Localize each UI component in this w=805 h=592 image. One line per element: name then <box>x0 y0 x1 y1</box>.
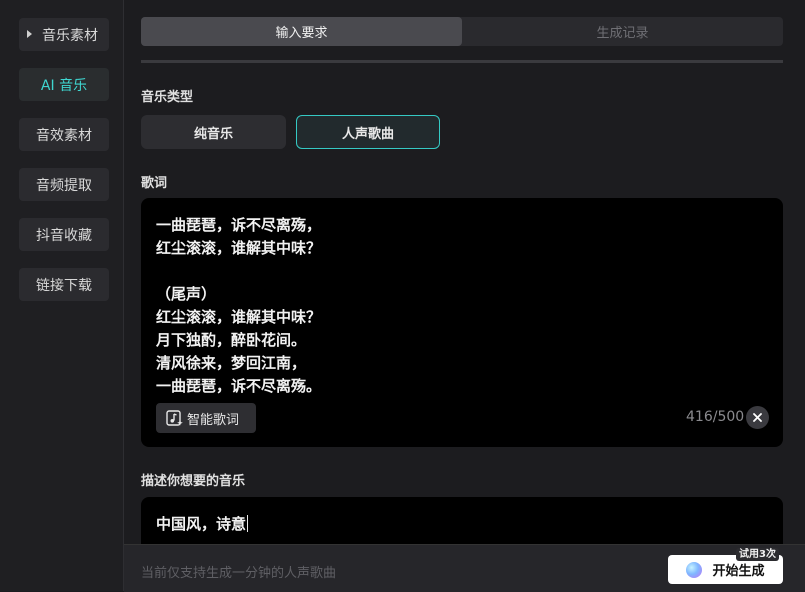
sidebar-item-label: 音效素材 <box>36 127 92 144</box>
sidebar-item-label: AI 音乐 <box>40 77 88 94</box>
music-note-sparkle-icon <box>166 409 183 426</box>
sidebar-item-label: 链接下载 <box>36 277 92 294</box>
start-generate-label: 开始生成 <box>712 564 765 579</box>
tab-bar: 输入要求 生成记录 <box>141 17 783 46</box>
tab-generation-history[interactable]: 生成记录 <box>462 17 783 46</box>
sidebar-item-link-download[interactable]: 链接下载 <box>19 268 109 301</box>
smart-lyrics-button[interactable]: 智能歌词 <box>156 403 256 433</box>
vocal-song-option[interactable]: 人声歌曲 <box>296 115 440 149</box>
pure-music-option[interactable]: 纯音乐 <box>141 115 286 149</box>
lyrics-label: 歌词 <box>141 176 168 191</box>
tab-input-requirements[interactable]: 输入要求 <box>141 17 462 46</box>
divider <box>141 60 783 63</box>
sidebar-item-music-assets[interactable]: 音乐素材 <box>19 18 109 51</box>
trial-badge: 试用3次 <box>736 548 779 561</box>
sidebar: 音乐素材 AI 音乐 音效素材 音频提取 抖音收藏 链接下载 <box>0 0 124 591</box>
caret-right-icon <box>27 30 32 38</box>
footer-bar: 当前仅支持生成一分钟的人声歌曲 开始生成 试用3次 <box>124 544 805 592</box>
description-label: 描述你想要的音乐 <box>141 474 246 489</box>
lyrics-text: 一曲琵琶，诉不尽离殇， 红尘滚滚，谁解其中味？ （尾声） 红尘滚滚，谁解其中味？… <box>156 216 322 395</box>
clear-lyrics-button[interactable] <box>746 406 769 429</box>
sidebar-item-label: 抖音收藏 <box>36 227 92 244</box>
text-cursor <box>247 515 249 532</box>
footer-note: 当前仅支持生成一分钟的人声歌曲 <box>141 566 337 581</box>
sidebar-item-sound-effects[interactable]: 音效素材 <box>19 118 109 151</box>
sidebar-item-label: 音乐素材 <box>42 27 98 44</box>
smart-lyrics-label: 智能歌词 <box>187 412 240 428</box>
lyrics-textarea[interactable]: 一曲琵琶，诉不尽离殇， 红尘滚滚，谁解其中味？ （尾声） 红尘滚滚，谁解其中味？… <box>141 198 783 447</box>
character-counter: 416/500 <box>686 409 745 425</box>
main-panel: 输入要求 生成记录 音乐类型 纯音乐 人声歌曲 歌词 一曲琵琶，诉不尽离殇， 红… <box>124 0 805 592</box>
sidebar-item-ai-music[interactable]: AI 音乐 <box>19 68 109 101</box>
sidebar-item-douyin-favorites[interactable]: 抖音收藏 <box>19 218 109 251</box>
description-text: 中国风，诗意 <box>156 515 247 533</box>
description-value: 中国风，诗意 <box>156 513 249 534</box>
close-icon <box>753 413 762 422</box>
sidebar-item-audio-extract[interactable]: 音频提取 <box>19 168 109 201</box>
music-type-label: 音乐类型 <box>141 90 194 105</box>
sidebar-item-label: 音频提取 <box>36 177 92 194</box>
ai-orb-icon <box>686 561 703 578</box>
